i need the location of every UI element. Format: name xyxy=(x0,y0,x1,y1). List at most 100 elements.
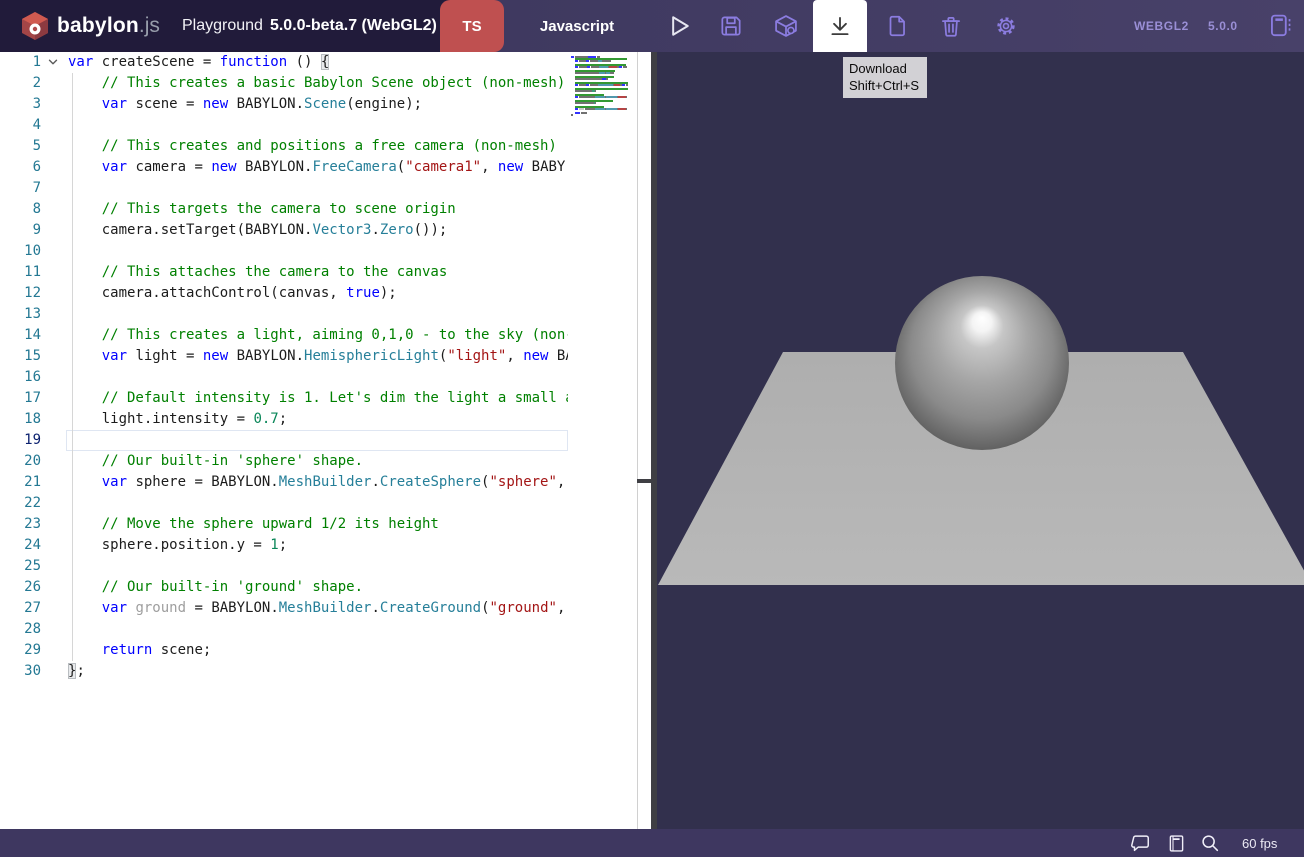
minimap-token xyxy=(598,84,613,86)
code-line[interactable]: return scene; xyxy=(68,640,568,661)
code-token xyxy=(68,474,102,490)
minimap-token xyxy=(575,102,594,104)
code-line[interactable]: var scene = new BABYLON.Scene(engine); xyxy=(68,94,568,115)
header-bar: babylon.js Playground 5.0.0-beta.7 (WebG… xyxy=(0,0,1304,52)
minimap-token xyxy=(590,84,598,86)
code-line[interactable] xyxy=(68,619,568,640)
minimap-token xyxy=(606,96,617,98)
minimap-token xyxy=(599,66,609,68)
code-token: BABYLON. xyxy=(237,159,313,175)
code-line[interactable] xyxy=(68,241,568,262)
line-number: 16 xyxy=(0,367,41,388)
code-line[interactable] xyxy=(68,304,568,325)
settings-button[interactable] xyxy=(984,0,1028,52)
run-button[interactable] xyxy=(657,0,701,52)
code-token: // Our built-in 'sphere' shape. xyxy=(68,453,363,469)
line-number: 27 xyxy=(0,598,41,619)
docs-button[interactable] xyxy=(1160,829,1192,857)
code-token: BABYLON. xyxy=(228,348,304,364)
code-token: new xyxy=(523,348,548,364)
typescript-tab[interactable]: TS xyxy=(440,0,504,52)
minimap-token xyxy=(579,60,587,62)
code-line[interactable]: var sphere = BABYLON.MeshBuilder.CreateS… xyxy=(68,472,568,493)
code-line[interactable]: // Move the sphere upward 1/2 its height xyxy=(68,514,568,535)
code-token: = BABYLON. xyxy=(186,600,279,616)
babylon-logo-link[interactable]: babylon.js xyxy=(20,0,160,52)
code-line[interactable] xyxy=(68,493,568,514)
line-number: 20 xyxy=(0,451,41,472)
fold-chevron-icon[interactable] xyxy=(46,55,62,71)
code-token: CreateGround xyxy=(380,600,481,616)
code-line[interactable]: var light = new BABYLON.HemisphericLight… xyxy=(68,346,568,367)
save-button[interactable] xyxy=(709,0,753,52)
splitter-handle[interactable] xyxy=(637,479,651,483)
code-line[interactable] xyxy=(68,367,568,388)
minimap-line xyxy=(571,114,628,116)
code-token: 1 xyxy=(270,537,278,553)
download-button[interactable] xyxy=(813,0,867,52)
code-line[interactable]: var camera = new BABYLON.FreeCamera("cam… xyxy=(68,157,568,178)
code-token: (engine); xyxy=(346,96,422,112)
code-token: scene = xyxy=(127,96,203,112)
download-icon xyxy=(827,13,853,39)
sphere-mesh xyxy=(895,276,1069,450)
line-number: 6 xyxy=(0,157,41,178)
book-icon xyxy=(1166,833,1187,854)
code-line[interactable]: camera.attachControl(canvas, true); xyxy=(68,283,568,304)
code-token: , xyxy=(557,474,565,490)
line-number: 9 xyxy=(0,220,41,241)
code-token: ()); xyxy=(414,222,448,238)
code-line[interactable]: // This creates a basic Babylon Scene ob… xyxy=(68,73,568,94)
code-token: ( xyxy=(481,600,489,616)
code-line[interactable]: // This creates and positions a free cam… xyxy=(68,136,568,157)
language-selector[interactable]: Javascript xyxy=(504,0,650,52)
minimap[interactable] xyxy=(568,52,638,829)
code-token: var xyxy=(102,96,127,112)
minimap-token xyxy=(595,96,605,98)
line-number: 15 xyxy=(0,346,41,367)
code-token: , xyxy=(481,159,498,175)
code-line[interactable]: // Our built-in 'sphere' shape. xyxy=(68,451,568,472)
minimap-token xyxy=(599,72,606,74)
code-line[interactable]: var createScene = function () { xyxy=(68,52,568,73)
search-button[interactable] xyxy=(1194,829,1226,857)
examples-button[interactable] xyxy=(1260,0,1300,52)
inspector-button[interactable] xyxy=(764,0,808,52)
code-line[interactable]: light.intensity = 0.7; xyxy=(68,409,568,430)
code-line[interactable] xyxy=(68,430,568,451)
babylon-playground: babylon.js Playground 5.0.0-beta.7 (WebG… xyxy=(0,0,1304,857)
code-token: camera.attachControl(canvas, xyxy=(68,285,346,301)
code-line[interactable]: // Default intensity is 1. Let's dim the… xyxy=(68,388,568,409)
comments-button[interactable] xyxy=(1124,829,1156,857)
code-token: ); xyxy=(380,285,397,301)
minimap-token xyxy=(572,114,573,116)
minimap-token xyxy=(595,102,596,104)
trash-icon xyxy=(938,13,964,39)
code-line[interactable]: // Our built-in 'ground' shape. xyxy=(68,577,568,598)
minimap-token xyxy=(602,60,611,62)
code-token: var xyxy=(102,474,127,490)
minimap-token xyxy=(610,72,614,74)
new-button[interactable] xyxy=(875,0,919,52)
code-line[interactable]: sphere.position.y = 1; xyxy=(68,535,568,556)
code-line[interactable] xyxy=(68,115,568,136)
code-line[interactable]: // This creates a light, aiming 0,1,0 - … xyxy=(68,325,568,346)
code-line[interactable] xyxy=(68,178,568,199)
render-canvas[interactable] xyxy=(657,52,1304,829)
brand-ext: .js xyxy=(139,14,160,37)
code-content[interactable]: var createScene = function () { // This … xyxy=(68,52,568,829)
code-token: new xyxy=(498,159,523,175)
code-editor[interactable]: 1234567891011121314151617181920212223242… xyxy=(0,52,651,829)
code-token xyxy=(68,159,102,175)
code-line[interactable]: }; xyxy=(68,661,568,682)
delete-button[interactable] xyxy=(929,0,973,52)
code-line[interactable] xyxy=(68,556,568,577)
code-line[interactable]: // This targets the camera to scene orig… xyxy=(68,199,568,220)
comment-icon xyxy=(1129,832,1151,854)
line-number: 10 xyxy=(0,241,41,262)
code-line[interactable]: var ground = BABYLON.MeshBuilder.CreateG… xyxy=(68,598,568,619)
line-number-gutter[interactable]: 1234567891011121314151617181920212223242… xyxy=(0,52,41,682)
code-line[interactable]: camera.setTarget(BABYLON.Vector3.Zero())… xyxy=(68,220,568,241)
line-number: 7 xyxy=(0,178,41,199)
code-line[interactable]: // This attaches the camera to the canva… xyxy=(68,262,568,283)
